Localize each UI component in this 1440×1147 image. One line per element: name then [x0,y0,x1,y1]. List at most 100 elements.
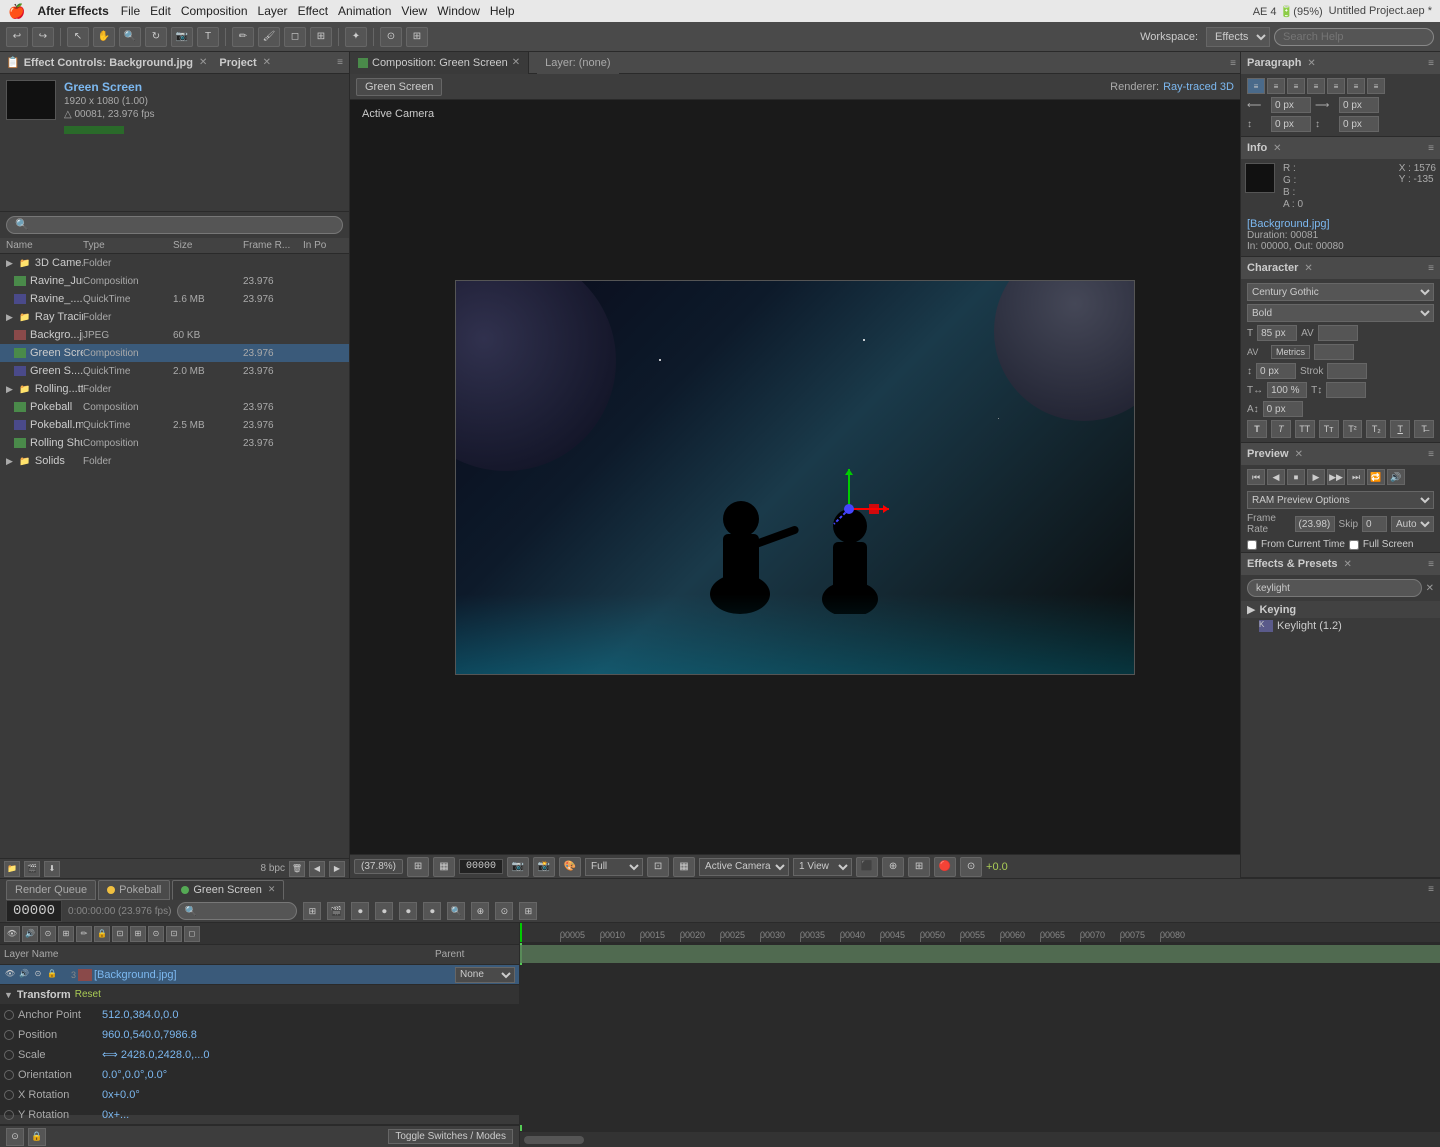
tl-btn-9[interactable]: ⊙ [495,902,513,920]
info-close[interactable]: ✕ [1273,143,1281,154]
super-btn[interactable]: T² [1343,420,1363,438]
underline-btn[interactable]: T [1390,420,1410,438]
3d-axis-btn[interactable]: ⊙ [960,857,982,877]
green-screen-tab-close[interactable]: ✕ [268,884,276,895]
paragraph-close[interactable]: ✕ [1307,58,1315,69]
anchor-stopwatch[interactable] [4,1010,14,1020]
effect-controls-close[interactable]: ✕ [199,57,207,68]
menu-edit[interactable]: Edit [150,4,171,18]
align-justify-right[interactable]: ≡ [1347,78,1365,94]
effects-menu[interactable]: ≡ [1428,559,1434,570]
pixel-btn[interactable]: ⊞ [908,857,930,877]
tool-align[interactable]: ⊞ [406,27,428,47]
table-row[interactable]: 👁 🔊 ⊙ 🔒 3 [Background.jpg] None [0,965,519,985]
resolution-select[interactable]: Auto Full Half [1391,516,1434,532]
quality-select[interactable]: Full Half Third Quarter [585,858,643,876]
apple-menu[interactable]: 🍎 [8,3,25,20]
3d-btn[interactable]: ⊕ [882,857,904,877]
color-btn[interactable]: 🔴 [934,857,956,877]
layer-parent-select[interactable]: None [455,967,515,983]
center-options-icon[interactable]: ≡ [1230,58,1236,69]
scale-stopwatch[interactable] [4,1050,14,1060]
list-item[interactable]: ▶📁Rolling...tter.aep Folder [0,380,349,398]
composition-tab[interactable]: Composition: Green Screen ✕ [350,52,529,74]
character-menu[interactable]: ≡ [1428,263,1434,274]
italic-btn[interactable]: T [1271,420,1291,438]
layer-name[interactable]: [Background.jpg] [94,969,273,981]
help-search-input[interactable] [1274,28,1434,46]
toolbar-btn-1[interactable]: ↩ [6,27,28,47]
tl-btn-3[interactable]: ⏺ [351,902,369,920]
preview-loop[interactable]: 🔁 [1367,469,1385,485]
xrotation-stopwatch[interactable] [4,1090,14,1100]
preview-back[interactable]: ◀ [1267,469,1285,485]
indent-input[interactable] [1256,363,1296,379]
tl-ctrl-10[interactable]: ⊡ [166,926,182,942]
tool-camera[interactable]: 📷 [171,27,193,47]
tool-paint[interactable]: 🖌 [258,27,280,47]
tl-ctrl-8[interactable]: ⊞ [130,926,146,942]
tl-ctrl-1[interactable]: 👁 [4,926,20,942]
project-close[interactable]: ✕ [263,57,271,68]
smallcaps-btn[interactable]: Tт [1319,420,1339,438]
align-justify-center[interactable]: ≡ [1327,78,1345,94]
font-size-input[interactable] [1257,325,1297,341]
scale-value[interactable]: ⟺ 2428.0,2428.0,...0 [102,1048,210,1061]
tl-btn-4[interactable]: ⏺ [375,902,393,920]
green-screen-button[interactable]: Green Screen [356,78,442,96]
tl-lock-btn[interactable]: 🔒 [28,1128,46,1146]
effects-close[interactable]: ✕ [1344,559,1352,570]
list-item[interactable]: Ravine_Jump Composition23.976 [0,272,349,290]
proj-arrow-left[interactable]: ◀ [309,861,325,877]
para-indent-after[interactable] [1339,97,1379,113]
layer-audio[interactable]: 🔊 [18,969,30,981]
vscale-input[interactable] [1326,382,1366,398]
baseline-input[interactable] [1263,401,1303,417]
layer-visibility[interactable]: 👁 [4,969,16,981]
viewer-timecode[interactable]: 00000 [459,859,503,874]
layer-track-bar[interactable] [520,945,1440,963]
list-item[interactable]: Green Screen Composition23.976 [0,344,349,362]
scrollbar-thumb[interactable] [524,1136,584,1144]
preview-last[interactable]: ⏭ [1347,469,1365,485]
green-screen-tab[interactable]: Green Screen ✕ [172,880,284,900]
preview-first[interactable]: ⏮ [1247,469,1265,485]
tl-ctrl-11[interactable]: ◻ [184,926,200,942]
menu-composition[interactable]: Composition [181,4,248,18]
list-item[interactable]: Pokeball Composition23.976 [0,398,349,416]
tool-stamp[interactable]: ⊞ [310,27,332,47]
camera-btn[interactable]: 📷 [507,857,529,877]
preview-forward[interactable]: ▶▶ [1327,469,1345,485]
tool-zoom[interactable]: 🔍 [119,27,141,47]
zoom-display[interactable]: (37.8%) [354,859,403,874]
tl-btn-2[interactable]: 🎬 [327,902,345,920]
paragraph-menu[interactable]: ≡ [1428,58,1434,69]
tl-ctrl-4[interactable]: ⊞ [58,926,74,942]
layer-solo[interactable]: ⊙ [32,969,44,981]
tool-eraser[interactable]: ◻ [284,27,306,47]
style-select[interactable]: Bold [1247,304,1434,322]
tracking-input[interactable] [1314,344,1354,360]
proj-trash[interactable]: 🗑 [289,861,305,877]
info-menu[interactable]: ≡ [1428,143,1434,154]
metrics-btn[interactable]: Metrics [1271,345,1310,359]
ram-preview-select[interactable]: RAM Preview Options [1247,491,1434,509]
tl-btn-5[interactable]: ⏺ [399,902,417,920]
effects-clear-btn[interactable]: ✕ [1426,583,1434,594]
sub-btn[interactable]: T₂ [1366,420,1386,438]
skip-input[interactable] [1362,516,1387,532]
proj-new-folder[interactable]: 📁 [4,861,20,877]
menu-effect[interactable]: Effect [298,4,328,18]
layer-lock[interactable]: 🔒 [46,969,58,981]
allcaps-btn[interactable]: TT [1295,420,1315,438]
tab-options[interactable]: ≡ [1428,884,1434,895]
keylight-item[interactable]: K Keylight (1.2) [1241,618,1440,634]
bold-btn[interactable]: T [1247,420,1267,438]
list-item[interactable]: Rolling Shutter Composition23.976 [0,434,349,452]
toolbar-btn-2[interactable]: ↪ [32,27,54,47]
tl-ctrl-2[interactable]: 🔊 [22,926,38,942]
project-search-input[interactable] [6,216,343,234]
preview-play[interactable]: ▶ [1307,469,1325,485]
playhead-ruler[interactable] [520,923,522,942]
yrotation-value[interactable]: 0x+... [102,1109,129,1121]
